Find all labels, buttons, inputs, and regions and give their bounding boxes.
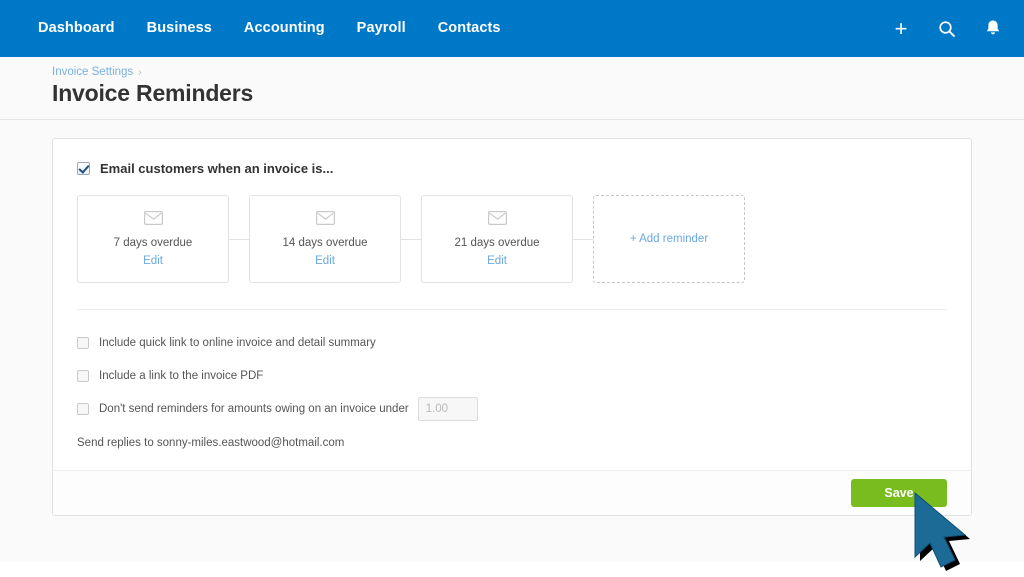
nav-item-accounting[interactable]: Accounting xyxy=(228,0,341,57)
reminder-cards: 7 days overdue Edit 14 days overdue Edit xyxy=(77,195,947,283)
bottom-strip xyxy=(0,562,1024,577)
nav-item-payroll[interactable]: Payroll xyxy=(341,0,422,57)
bell-icon xyxy=(986,20,1000,35)
breadcrumb[interactable]: Invoice Settings › xyxy=(52,66,142,78)
nav-links: Dashboard Business Accounting Payroll Co… xyxy=(22,0,517,57)
invoice-pdf-label: Include a link to the invoice PDF xyxy=(99,370,264,382)
reminder-label: 7 days overdue xyxy=(113,237,193,249)
invoice-pdf-checkbox[interactable] xyxy=(77,370,89,382)
app-root: Dashboard Business Accounting Payroll Co… xyxy=(0,0,1024,577)
notifications-button[interactable] xyxy=(970,0,1016,57)
reminder-card-14-days[interactable]: 14 days overdue Edit xyxy=(249,195,401,283)
save-button[interactable]: Save xyxy=(851,479,947,507)
envelope-icon xyxy=(143,211,163,230)
email-customers-row[interactable]: Email customers when an invoice is... xyxy=(77,157,947,179)
reminder-edit-link[interactable]: Edit xyxy=(487,255,507,267)
option-row-invoice-pdf[interactable]: Include a link to the invoice PDF xyxy=(77,363,947,389)
card-connector xyxy=(229,238,249,240)
quick-link-label: Include quick link to online invoice and… xyxy=(99,337,376,349)
search-icon xyxy=(939,20,955,37)
minimum-amount-checkbox[interactable] xyxy=(77,403,89,415)
add-button[interactable]: + xyxy=(878,0,924,57)
reminder-label: 21 days overdue xyxy=(454,237,540,249)
reminder-label: 14 days overdue xyxy=(282,237,368,249)
reminder-card-21-days[interactable]: 21 days overdue Edit xyxy=(421,195,573,283)
nav-item-business[interactable]: Business xyxy=(131,0,228,57)
option-row-quick-link[interactable]: Include quick link to online invoice and… xyxy=(77,330,947,356)
email-customers-label: Email customers when an invoice is... xyxy=(100,160,334,176)
top-navigation-bar: Dashboard Business Accounting Payroll Co… xyxy=(0,0,1024,57)
send-replies-text: Send replies to sonny-miles.eastwood@hot… xyxy=(77,437,345,449)
breadcrumb-link-invoice-settings[interactable]: Invoice Settings xyxy=(52,66,133,78)
envelope-icon xyxy=(315,211,335,230)
nav-item-dashboard[interactable]: Dashboard xyxy=(22,0,131,57)
plus-icon: + xyxy=(894,15,908,41)
envelope-icon xyxy=(487,211,507,230)
reminder-edit-link[interactable]: Edit xyxy=(143,255,163,267)
panel-footer: Save xyxy=(53,470,971,515)
nav-item-contacts[interactable]: Contacts xyxy=(422,0,517,57)
invoice-reminders-panel: Email customers when an invoice is... 7 … xyxy=(52,138,972,516)
card-connector xyxy=(401,238,421,240)
quick-link-checkbox[interactable] xyxy=(77,337,89,349)
panel-body: Email customers when an invoice is... 7 … xyxy=(53,139,971,472)
page-header: Invoice Settings › Invoice Reminders xyxy=(0,57,1024,120)
nav-actions: + xyxy=(878,0,1024,57)
minimum-amount-label: Don't send reminders for amounts owing o… xyxy=(99,403,409,415)
email-customers-checkbox[interactable] xyxy=(77,161,90,175)
add-reminder-button[interactable]: + Add reminder xyxy=(593,195,745,283)
page-title: Invoice Reminders xyxy=(52,80,254,106)
reminder-card-7-days[interactable]: 7 days overdue Edit xyxy=(77,195,229,283)
search-button[interactable] xyxy=(924,0,970,57)
minimum-amount-input[interactable] xyxy=(417,397,478,421)
option-row-minimum-amount[interactable]: Don't send reminders for amounts owing o… xyxy=(77,396,947,422)
breadcrumb-separator-icon: › xyxy=(138,67,142,78)
reminder-edit-link[interactable]: Edit xyxy=(315,255,335,267)
section-divider xyxy=(77,309,947,310)
card-connector xyxy=(573,238,593,240)
reminder-options: Include quick link to online invoice and… xyxy=(77,330,947,449)
